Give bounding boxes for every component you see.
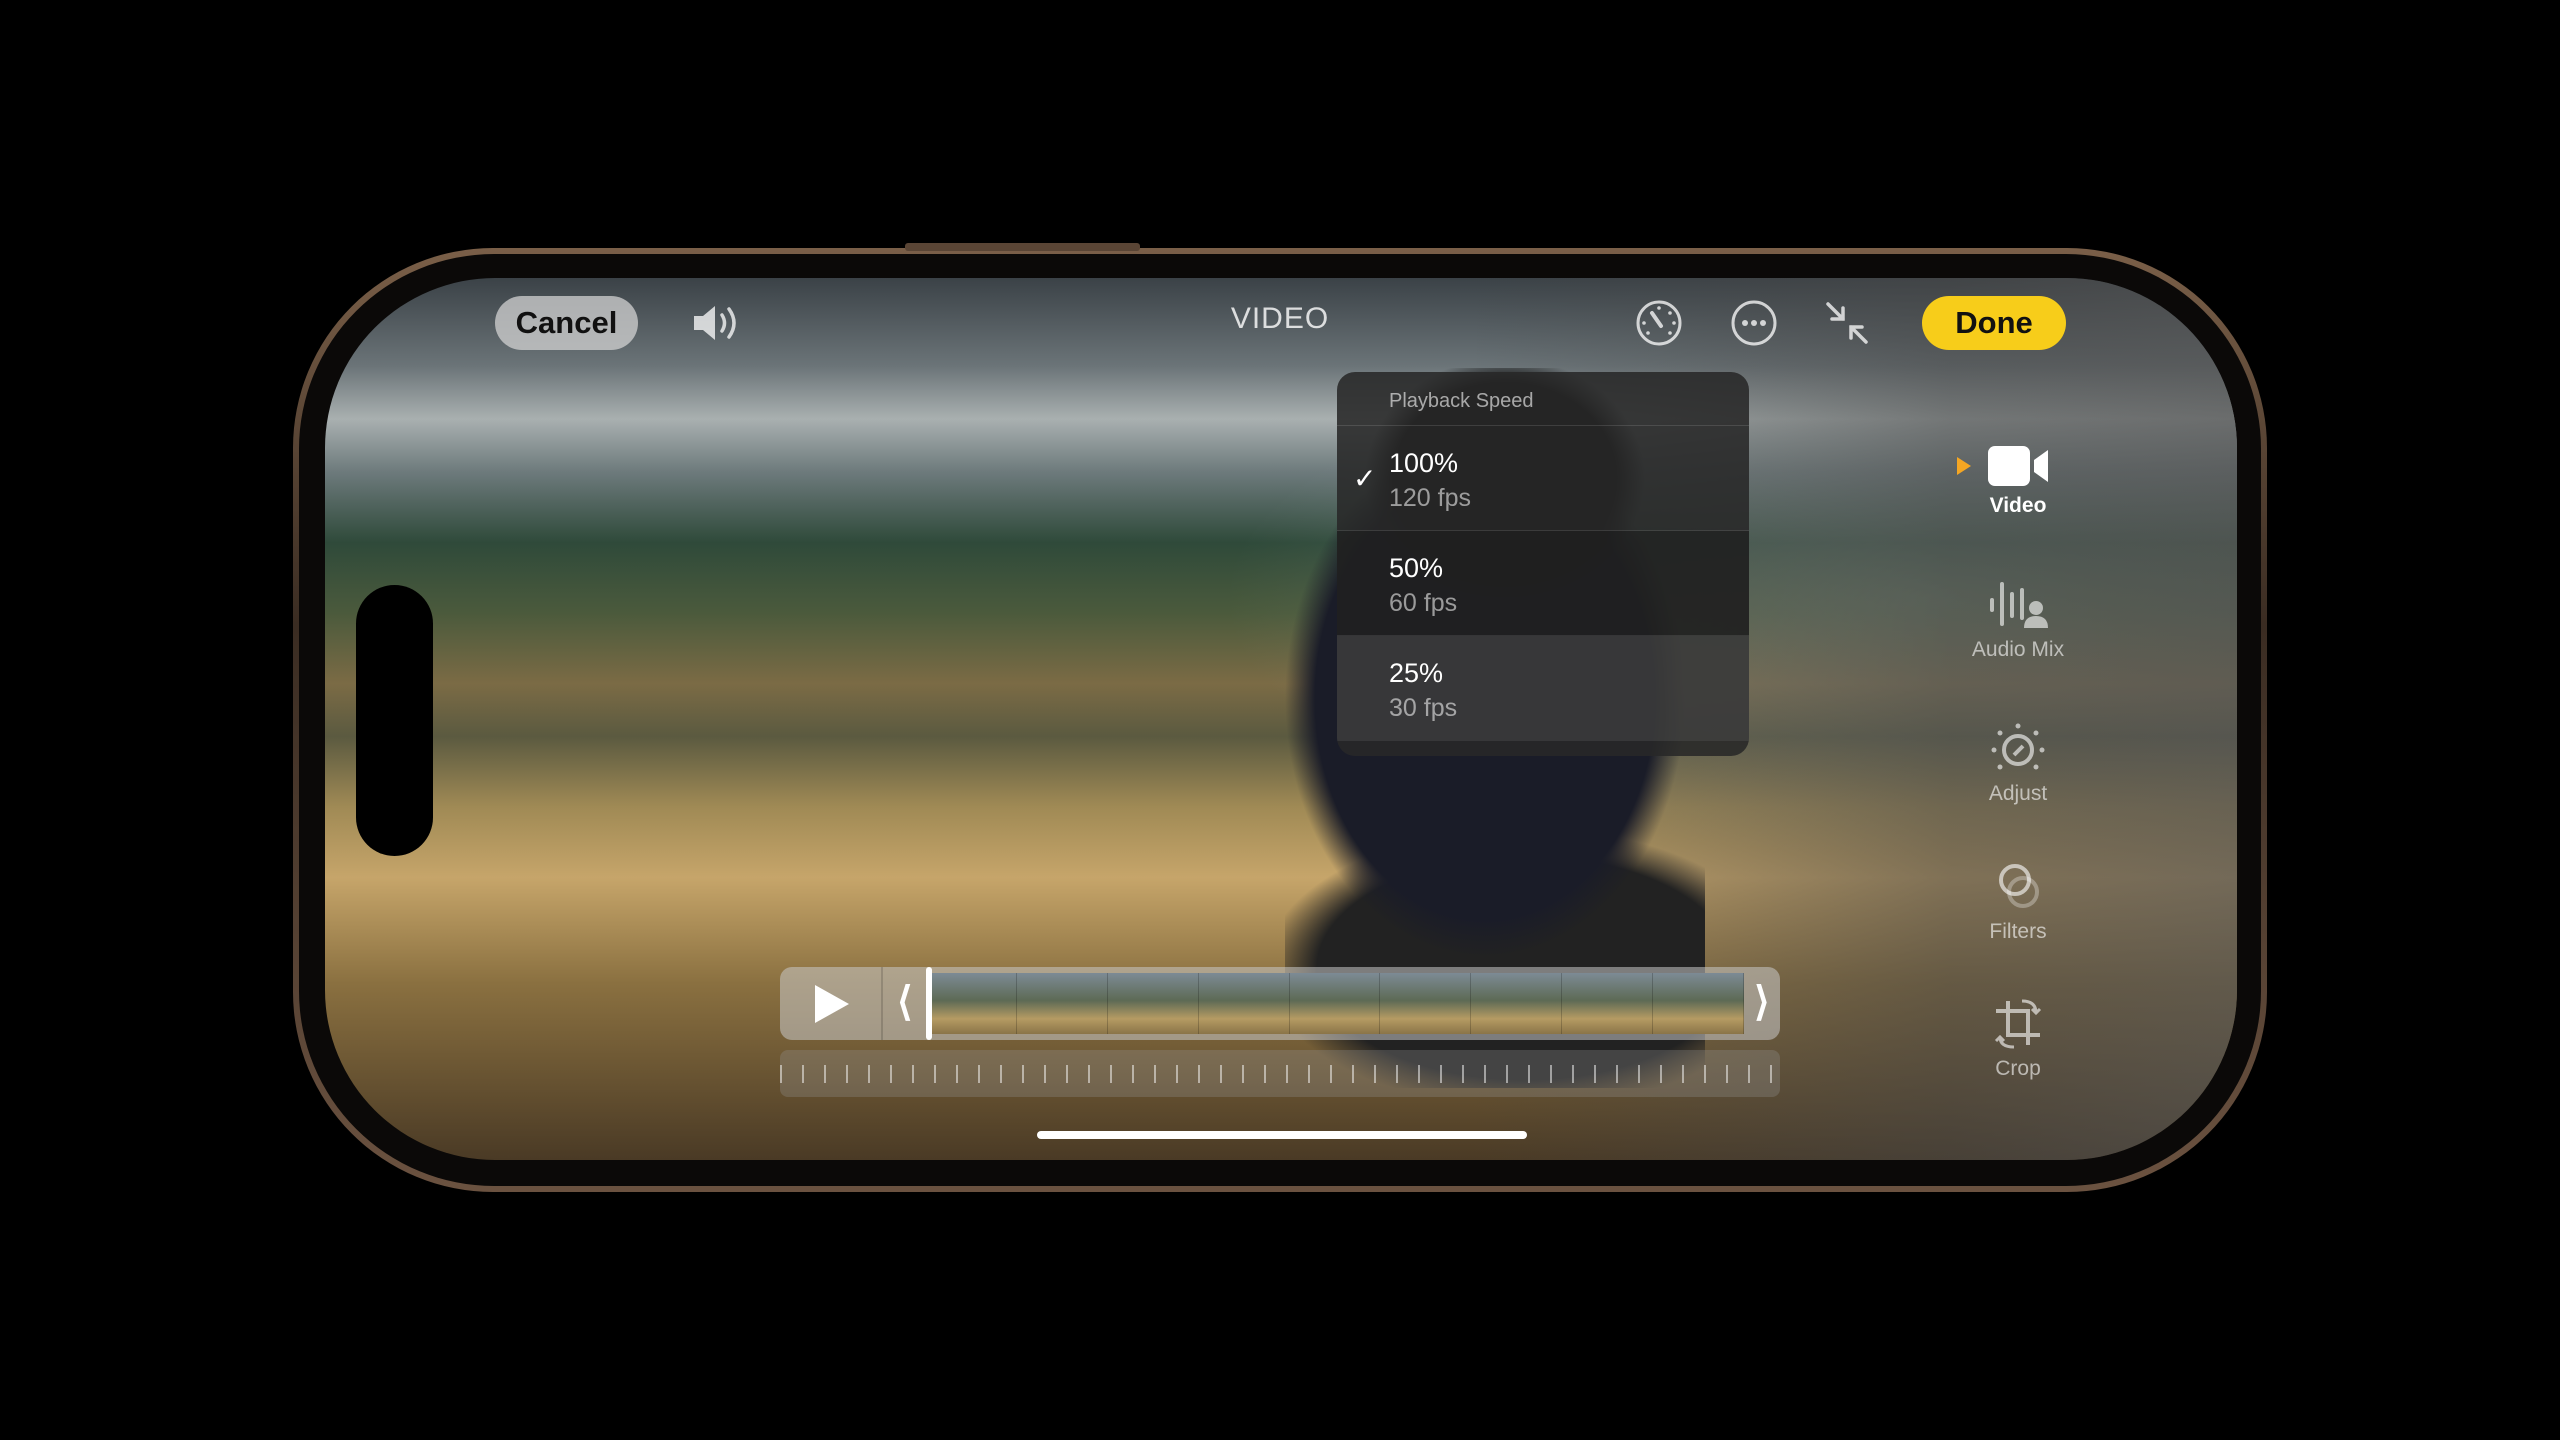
done-button[interactable]: Done xyxy=(1922,296,2066,350)
speed-ruler[interactable] xyxy=(780,1050,1780,1097)
playhead[interactable] xyxy=(926,967,932,1040)
adjust-dial-icon xyxy=(1991,723,2045,770)
menu-item-50[interactable]: 50% 60 fps xyxy=(1337,531,1749,636)
crop-rotate-icon xyxy=(1994,999,2042,1049)
timeline[interactable]: ⟨ ⟩ xyxy=(780,967,1780,1040)
menu-header: Playback Speed xyxy=(1337,372,1749,426)
trim-end-handle[interactable]: ⟩ xyxy=(1754,979,1770,1025)
play-icon xyxy=(814,984,849,1023)
sidebar-item-adjust[interactable]: Adjust xyxy=(1938,720,2098,806)
filters-icon xyxy=(1999,864,2039,908)
playback-speed-menu: Playback Speed ✓ 100% 120 fps 50% 60 fps… xyxy=(1337,372,1749,756)
filmstrip[interactable] xyxy=(926,973,1745,1034)
home-indicator[interactable] xyxy=(1037,1131,1527,1139)
speaker-icon[interactable] xyxy=(690,298,746,348)
page-title: VIDEO xyxy=(1230,302,1330,335)
playback-speed-icon[interactable] xyxy=(1634,298,1684,348)
sidebar-item-crop[interactable]: Crop xyxy=(1938,995,2098,1081)
dynamic-island xyxy=(356,585,433,856)
trim-start-handle[interactable]: ⟨ xyxy=(897,979,913,1025)
sidebar-item-filters[interactable]: Filters xyxy=(1938,858,2098,944)
collapse-icon[interactable] xyxy=(1822,298,1872,348)
menu-item-100[interactable]: ✓ 100% 120 fps xyxy=(1337,426,1749,531)
checkmark-icon: ✓ xyxy=(1353,463,1377,494)
sidebar-item-audio-mix[interactable]: Audio Mix xyxy=(1938,580,2098,662)
phone-button xyxy=(905,243,1140,251)
sidebar-item-video[interactable]: Video xyxy=(1938,444,2098,518)
menu-item-25[interactable]: 25% 30 fps xyxy=(1337,636,1749,741)
play-button[interactable] xyxy=(780,967,883,1040)
cancel-button[interactable]: Cancel xyxy=(495,296,638,350)
audio-mix-icon xyxy=(1990,582,2048,628)
more-icon[interactable] xyxy=(1729,298,1779,348)
video-camera-icon xyxy=(1988,446,2048,486)
